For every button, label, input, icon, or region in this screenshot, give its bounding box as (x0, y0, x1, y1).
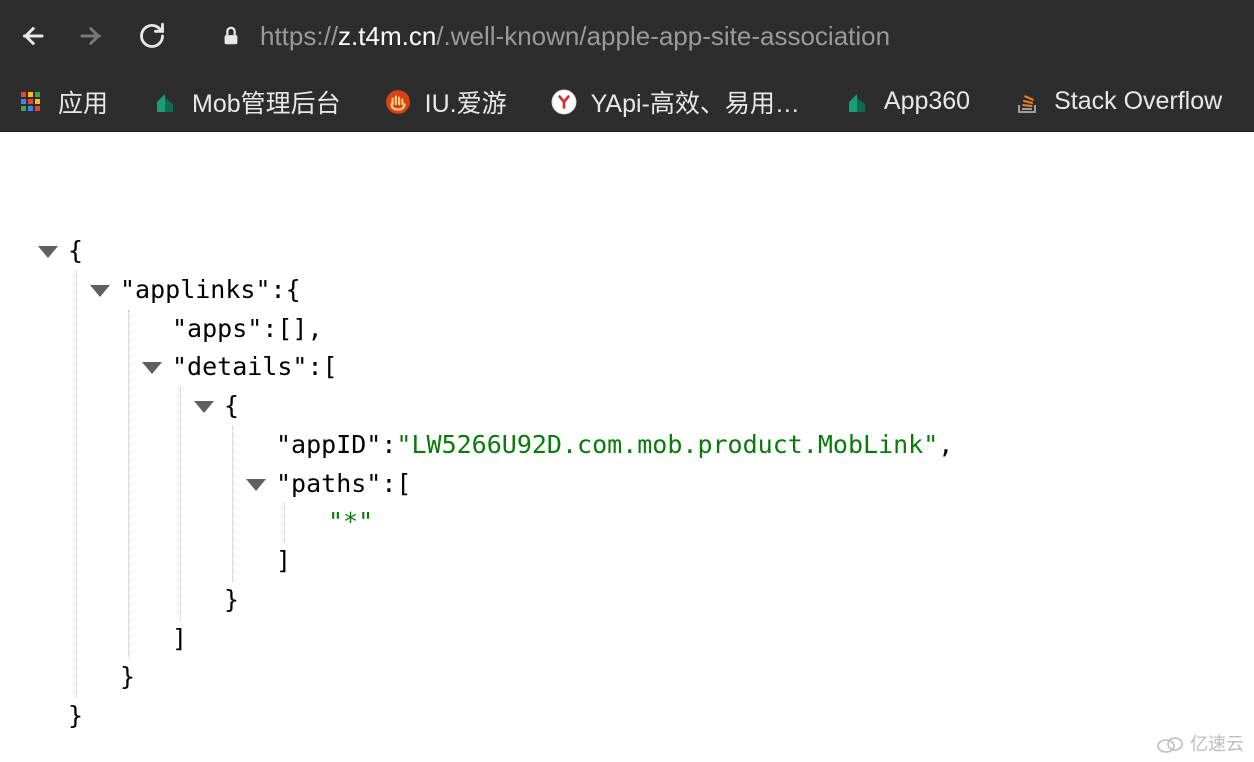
bracket-close: ] (172, 620, 187, 659)
bookmark-stackoverflow[interactable]: Stack Overflow (1014, 87, 1222, 116)
watermark-text: 亿速云 (1190, 730, 1244, 756)
bookmark-mob[interactable]: Mob管理后台 (152, 84, 341, 120)
building-icon (152, 89, 178, 115)
json-key: "applinks" (120, 271, 271, 310)
bookmark-label: YApi-高效、易用… (591, 84, 800, 120)
y-circle-icon (551, 89, 577, 115)
url-bar[interactable]: https://z.t4m.cn/.well-known/apple-app-s… (190, 21, 1244, 52)
bookmarks-bar: 应用 Mob管理后台 IU.爱游 YApi-高效、易用… App360 Stac… (0, 72, 1254, 132)
bookmark-label: IU.爱游 (425, 84, 507, 120)
arrow-right-icon (77, 21, 107, 51)
brace-close: } (68, 697, 83, 736)
json-value: [] (277, 310, 307, 349)
hand-icon (385, 89, 411, 115)
bookmark-label: App360 (884, 87, 970, 116)
collapse-toggle[interactable] (38, 246, 58, 258)
brace-open: { (224, 387, 239, 426)
url-path: /.well-known/apple-app-site-association (436, 21, 890, 51)
collapse-toggle[interactable] (142, 362, 162, 374)
browser-toolbar: https://z.t4m.cn/.well-known/apple-app-s… (0, 0, 1254, 72)
collapse-toggle[interactable] (90, 285, 110, 297)
collapse-toggle[interactable] (246, 479, 266, 491)
bracket-close: ] (276, 542, 291, 581)
bookmark-label: Stack Overflow (1054, 87, 1222, 116)
arrow-left-icon (17, 21, 47, 51)
stack-icon (1014, 89, 1040, 115)
brace-close: } (120, 658, 135, 697)
apps-grid-icon (18, 89, 44, 115)
json-value: "LW5266U92D.com.mob.product.MobLink" (396, 426, 938, 465)
bookmark-label: 应用 (58, 84, 108, 120)
brace-open: { (68, 232, 83, 271)
bracket-open: [ (396, 465, 411, 504)
url-host: z.t4m.cn (338, 21, 436, 51)
bookmark-app360[interactable]: App360 (844, 87, 970, 116)
json-key: "appID" (276, 426, 381, 465)
json-viewer: { "applinks": { "apps": [], "details": [ (0, 132, 1254, 756)
reload-button[interactable] (130, 14, 174, 58)
bookmark-yapi[interactable]: YApi-高效、易用… (551, 84, 800, 120)
building-icon (844, 89, 870, 115)
bookmark-iu[interactable]: IU.爱游 (385, 84, 507, 120)
json-key: "paths" (276, 465, 381, 504)
lock-icon (220, 25, 242, 47)
reload-icon (138, 22, 166, 50)
watermark: 亿速云 (1156, 730, 1244, 756)
json-key: "details" (172, 348, 307, 387)
url-scheme: https:// (260, 21, 338, 51)
cloud-icon (1156, 733, 1184, 753)
brace-close: } (224, 581, 239, 620)
collapse-toggle[interactable] (194, 401, 214, 413)
bracket-open: [ (323, 348, 338, 387)
url-text: https://z.t4m.cn/.well-known/apple-app-s… (260, 21, 890, 52)
brace-open: { (286, 271, 301, 310)
bookmark-label: Mob管理后台 (192, 84, 341, 120)
bookmark-apps[interactable]: 应用 (18, 84, 108, 120)
json-key: "apps" (172, 310, 262, 349)
json-value: "*" (328, 503, 373, 542)
forward-button[interactable] (70, 14, 114, 58)
back-button[interactable] (10, 14, 54, 58)
